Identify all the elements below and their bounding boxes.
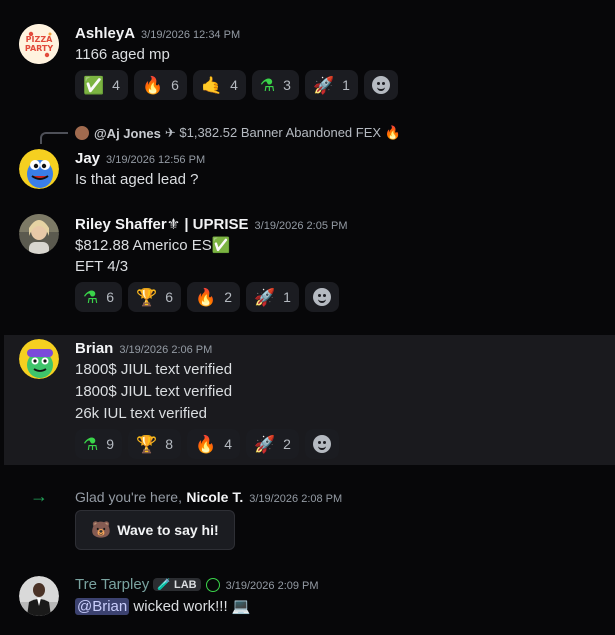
flask-icon: 🧪 (157, 579, 171, 591)
avatar[interactable] (19, 149, 59, 189)
rocket-icon: 🚀 (312, 75, 335, 95)
reaction-rocket[interactable]: 🚀 1 (304, 70, 358, 100)
rocket-icon: 🚀 (253, 287, 276, 307)
message-body: wicked work!!! 💻 (129, 598, 251, 615)
message-text: EFT 4/3 (75, 258, 129, 275)
flask-icon: ⚗ (83, 434, 99, 454)
username[interactable]: Tre Tarpley (75, 576, 149, 593)
avatar[interactable] (19, 339, 59, 379)
reaction-count: 6 (106, 289, 115, 305)
flask-icon: ⚗ (259, 75, 276, 95)
username[interactable]: Brian (75, 340, 113, 357)
reaction-rocket[interactable]: 🚀 1 (245, 282, 299, 312)
message-text: 1166 aged mp (75, 46, 170, 63)
reaction-count: 8 (165, 436, 174, 452)
user-mention[interactable]: @Brian (75, 598, 130, 615)
join-arrow-icon: → (30, 486, 48, 506)
reactions-bar: ⚗ 6 🏆 6 🔥 2 🚀 1 (75, 282, 339, 312)
avatar[interactable] (19, 576, 59, 616)
fire-icon: 🔥 (195, 434, 217, 454)
fire-icon: 🔥 (141, 75, 164, 95)
fire-icon: 🔥 (195, 287, 217, 307)
wave-sticker-icon: 🐻 (91, 522, 112, 539)
add-reaction-button[interactable] (363, 70, 398, 100)
reactions-bar: ✅ 4 🔥 6 🤙 4 ⚗ 3 🚀 1 (75, 70, 398, 100)
username[interactable]: Riley Shaffer⚜ | UPRISE (75, 216, 249, 233)
reply-text: ✈ $1,382.52 Banner Abandoned FEX 🔥 (164, 125, 401, 140)
reaction-count: 9 (106, 436, 115, 452)
rocket-icon: 🚀 (253, 434, 276, 454)
reaction-call-me[interactable]: 🤙 4 (192, 70, 246, 100)
server-tag[interactable]: 🧪 LAB (153, 578, 201, 591)
reaction-rocket[interactable]: 🚀 2 (245, 429, 299, 459)
smiley-add-icon (312, 435, 331, 453)
reply-avatar (75, 126, 89, 140)
reaction-trophy[interactable]: 🏆 6 (128, 282, 182, 312)
trophy-icon: 🏆 (136, 434, 158, 454)
reaction-fire[interactable]: 🔥 6 (133, 70, 187, 100)
wave-button-label: Wave to say hi! (117, 522, 219, 538)
timestamp: 3/19/2026 2:09 PM (225, 580, 319, 592)
reaction-fire[interactable]: 🔥 2 (187, 282, 240, 312)
reaction-count: 2 (283, 436, 291, 452)
timestamp: 3/19/2026 2:05 PM (254, 220, 348, 232)
check-icon: ✅ (83, 75, 105, 95)
timestamp: 3/19/2026 2:08 PM (249, 493, 343, 505)
reaction-count: 4 (112, 77, 120, 93)
reaction-count: 6 (171, 77, 179, 93)
username[interactable]: Jay (75, 150, 100, 167)
message-text: $812.88 Americo ES✅ (75, 237, 231, 254)
reaction-flask[interactable]: ⚗ 9 (75, 429, 123, 459)
reaction-check[interactable]: ✅ 4 (75, 70, 128, 100)
message-text: Is that aged lead ? (75, 171, 199, 188)
username[interactable]: Nicole T. (186, 489, 243, 505)
smiley-add-icon (371, 76, 390, 94)
reply-username[interactable]: @Aj Jones (94, 126, 161, 141)
reaction-trophy[interactable]: 🏆 8 (128, 429, 182, 459)
add-reaction-button[interactable] (304, 429, 339, 459)
smiley-add-icon (312, 288, 331, 306)
reply-connector (40, 132, 68, 144)
timestamp: 3/19/2026 2:06 PM (119, 344, 213, 356)
avatar[interactable]: PIZZA PARTY (19, 24, 59, 64)
reply-preview[interactable]: @Aj Jones ✈ $1,382.52 Banner Abandoned F… (75, 125, 401, 141)
reaction-count: 1 (283, 289, 291, 305)
reaction-count: 2 (224, 289, 232, 305)
reaction-count: 6 (165, 289, 174, 305)
timer-badge-icon (205, 578, 220, 592)
reaction-fire[interactable]: 🔥 4 (187, 429, 240, 459)
message-text: 26k IUL text verified (75, 405, 208, 422)
reaction-count: 4 (224, 436, 232, 452)
reaction-count: 1 (342, 77, 350, 93)
reactions-bar: ⚗ 9 🏆 8 🔥 4 🚀 2 (75, 429, 339, 459)
username[interactable]: AshleyA (75, 25, 135, 42)
reaction-flask[interactable]: ⚗ 6 (75, 282, 123, 312)
reaction-count: 3 (283, 77, 291, 93)
tag-label: LAB (173, 579, 197, 591)
flask-icon: ⚗ (83, 287, 99, 307)
message-text: 1800$ JIUL text verified (75, 383, 233, 400)
call-me-hand-icon: 🤙 (200, 75, 223, 95)
message-text: @Brian wicked work!!! 💻 (75, 597, 250, 615)
wave-button[interactable]: 🐻 Wave to say hi! (75, 510, 235, 550)
reaction-count: 4 (230, 77, 238, 93)
svg-text:PIZZA: PIZZA (26, 35, 53, 44)
system-text: Glad you're here, (75, 489, 182, 505)
svg-text:PARTY: PARTY (25, 44, 54, 53)
message-text: 1800$ JIUL text verified (75, 361, 233, 378)
timestamp: 3/19/2026 12:56 PM (106, 154, 206, 166)
add-reaction-button[interactable] (304, 282, 339, 312)
reaction-flask[interactable]: ⚗ 3 (251, 70, 299, 100)
timestamp: 3/19/2026 12:34 PM (141, 29, 241, 41)
trophy-icon: 🏆 (136, 287, 158, 307)
avatar[interactable] (19, 214, 59, 254)
